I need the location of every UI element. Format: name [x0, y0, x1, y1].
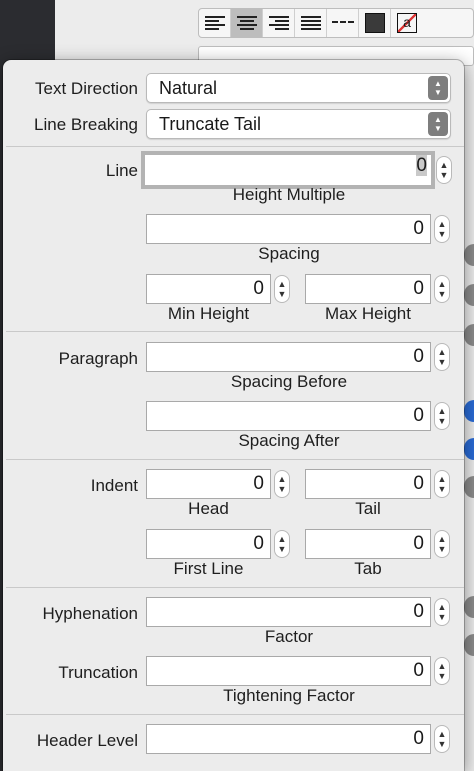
hyphenation-factor-stepper[interactable]: ▲ ▼ — [434, 598, 450, 626]
alignment-toolbar: a — [198, 8, 474, 38]
line-spacing-stepper[interactable]: ▲ ▼ — [434, 215, 450, 243]
spacing-before-stepper[interactable]: ▲ ▼ — [434, 343, 450, 371]
min-height-caption: Min Height — [167, 304, 250, 323]
text-color-icon[interactable]: a — [391, 9, 423, 37]
align-center-icon[interactable] — [231, 9, 263, 37]
first-line-indent-field[interactable]: 0 — [146, 529, 271, 559]
height-multiple-stepper[interactable]: ▲ ▼ — [436, 156, 452, 184]
popup-arrows-icon: ▲ ▼ — [428, 112, 448, 136]
header-level-label: Header Level — [36, 731, 138, 750]
min-height-field[interactable]: 0 — [146, 274, 271, 304]
header-level-field[interactable]: 0 — [146, 724, 431, 754]
spacing-after-field[interactable]: 0 — [146, 401, 431, 431]
separator — [6, 331, 464, 332]
align-left-icon[interactable] — [199, 9, 231, 37]
paragraph-label: Paragraph — [58, 349, 138, 368]
line-breaking-popup[interactable]: Truncate Tail ▲ ▼ — [146, 109, 451, 139]
max-height-field[interactable]: 0 — [305, 274, 431, 304]
separator — [6, 587, 464, 588]
spacing-after-caption: Spacing After — [238, 431, 340, 450]
separator — [6, 146, 464, 147]
height-multiple-field[interactable]: 0 — [141, 151, 435, 189]
line-label: Line — [105, 161, 138, 180]
line-breaking-value: Truncate Tail — [159, 114, 262, 134]
tail-indent-caption: Tail — [355, 499, 381, 518]
text-direction-label: Text Direction — [35, 79, 138, 98]
tab-interval-field[interactable]: 0 — [305, 529, 431, 559]
hyphenation-factor-caption: Factor — [264, 627, 314, 646]
tail-indent-stepper[interactable]: ▲ ▼ — [434, 470, 450, 498]
paragraph-style-popover: Text Direction Natural ▲ ▼ Line Breaking … — [3, 60, 464, 771]
text-direction-value: Natural — [159, 78, 218, 98]
header-level-stepper[interactable]: ▲ ▼ — [434, 725, 450, 753]
hyphenation-label: Hyphenation — [42, 604, 138, 623]
first-line-indent-caption: First Line — [173, 559, 244, 578]
first-line-indent-stepper[interactable]: ▲ ▼ — [274, 530, 290, 558]
align-justified-icon[interactable] — [295, 9, 327, 37]
tightening-factor-field[interactable]: 0 — [146, 656, 431, 686]
spacing-before-field[interactable]: 0 — [146, 342, 431, 372]
separator — [6, 714, 464, 715]
align-right-icon[interactable] — [263, 9, 295, 37]
tail-indent-field[interactable]: 0 — [305, 469, 431, 499]
head-indent-stepper[interactable]: ▲ ▼ — [274, 470, 290, 498]
line-spacing-field[interactable]: 0 — [146, 214, 431, 244]
tab-interval-caption: Tab — [354, 559, 382, 578]
line-spacing-caption: Spacing — [258, 244, 320, 263]
separator — [6, 459, 464, 460]
spacing-before-caption: Spacing Before — [230, 372, 348, 391]
line-breaking-label: Line Breaking — [34, 115, 138, 134]
popup-arrows-icon: ▲ ▼ — [428, 76, 448, 100]
spacing-after-stepper[interactable]: ▲ ▼ — [434, 402, 450, 430]
max-height-caption: Max Height — [325, 304, 411, 323]
text-direction-popup[interactable]: Natural ▲ ▼ — [146, 73, 451, 103]
indent-label: Indent — [90, 476, 138, 495]
max-height-stepper[interactable]: ▲ ▼ — [434, 275, 450, 303]
head-indent-field[interactable]: 0 — [146, 469, 271, 499]
head-indent-caption: Head — [188, 499, 229, 518]
height-multiple-caption: Height Multiple — [232, 185, 346, 204]
tab-interval-stepper[interactable]: ▲ ▼ — [434, 530, 450, 558]
color-swatch-icon[interactable] — [359, 9, 391, 37]
truncation-label: Truncation — [58, 663, 138, 682]
align-natural-icon[interactable] — [327, 9, 359, 37]
tightening-factor-caption: Tightening Factor — [223, 686, 355, 705]
tightening-factor-stepper[interactable]: ▲ ▼ — [434, 657, 450, 685]
min-height-stepper[interactable]: ▲ ▼ — [274, 275, 290, 303]
hyphenation-factor-field[interactable]: 0 — [146, 597, 431, 627]
